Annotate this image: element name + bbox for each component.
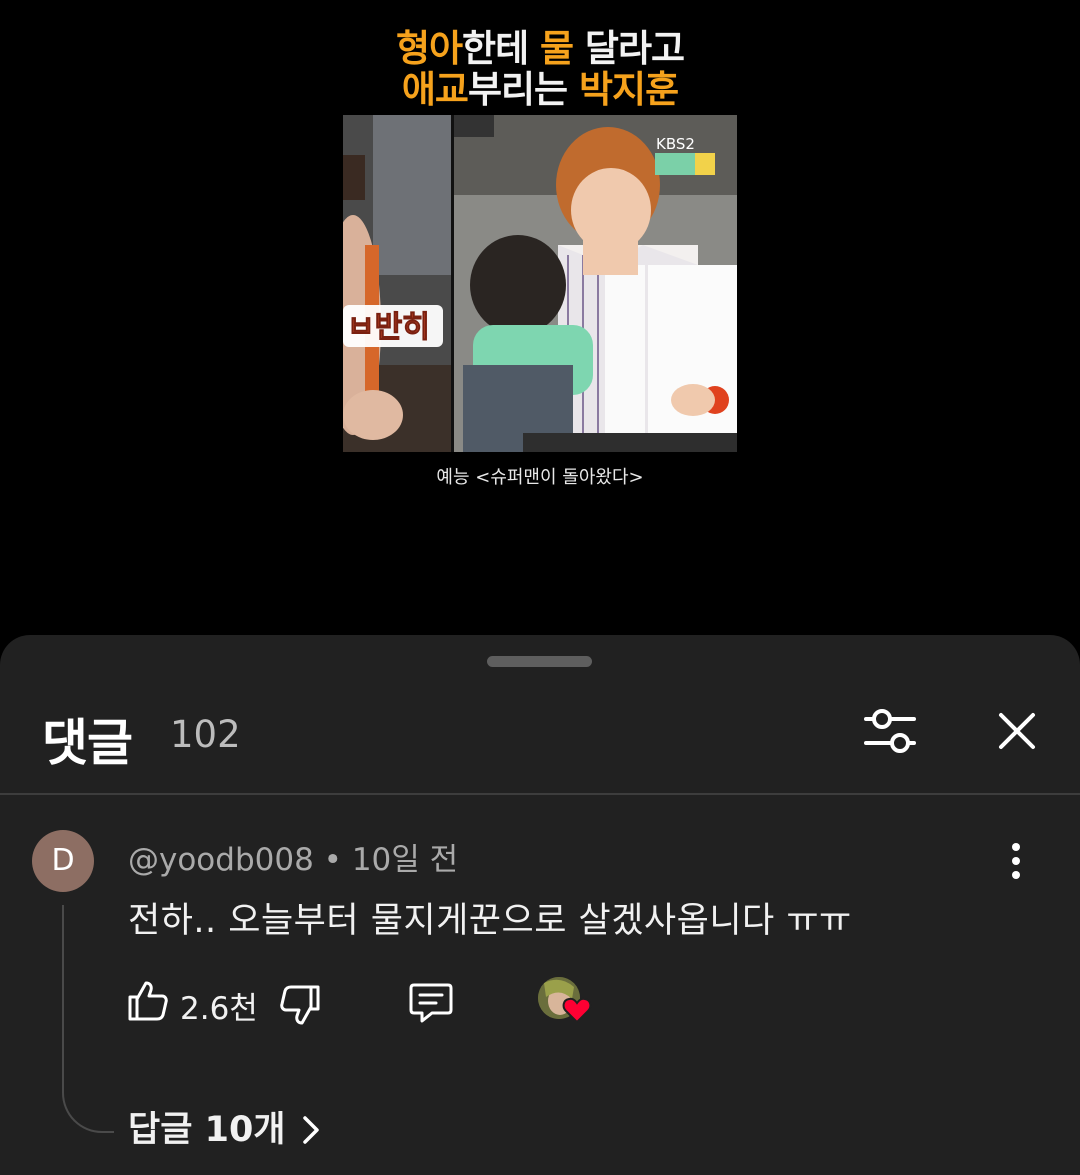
avatar[interactable]: D <box>32 830 94 892</box>
creator-heart-badge <box>538 977 594 1033</box>
channel-logo: KBS2 <box>656 135 695 153</box>
drag-handle[interactable] <box>487 656 592 667</box>
title-word: 부리는 <box>467 68 579 111</box>
video-player[interactable]: 형아한테 물 달라고 애교부리는 박지훈 ㅂ반히 KBS2 예능 <슈퍼맨이 돌… <box>0 0 1080 640</box>
title-word: 한테 <box>462 27 540 70</box>
title-word: 달라고 <box>573 27 685 70</box>
filter-button[interactable] <box>862 705 918 757</box>
dislike-button[interactable] <box>278 983 322 1027</box>
comment-author[interactable]: @yoodb008 <box>128 842 314 878</box>
overlay-text: ㅂ반히 <box>347 310 430 345</box>
title-word: 애교 <box>401 68 469 111</box>
title-word: 물 <box>540 27 574 70</box>
comment-icon <box>409 983 453 1023</box>
comment-item: D @yoodb008 • 10일 전 전하.. 오늘부터 물지게꾼으로 살겠사… <box>0 795 1080 1175</box>
more-options-button[interactable] <box>1000 841 1032 881</box>
reply-button[interactable] <box>408 979 454 1025</box>
video-title-overlay: 형아한테 물 달라고 애교부리는 박지훈 <box>0 28 1080 110</box>
close-icon <box>999 713 1035 749</box>
heart-icon <box>562 997 592 1024</box>
title-word: 형아 <box>395 27 463 70</box>
video-scene: ㅂ반히 KBS2 <box>343 115 737 452</box>
comment-actions: 2.6천 <box>0 975 1080 1035</box>
comments-sheet: 댓글 102 D @yoodb008 • 10일 전 전하.. 오늘부터 물지게… <box>0 635 1080 1175</box>
meta-separator: • <box>313 842 352 878</box>
like-count: 2.6천 <box>180 991 258 1027</box>
close-button[interactable] <box>995 709 1039 753</box>
view-replies-link[interactable]: 답글 10개 <box>128 1101 286 1152</box>
thumbs-up-icon <box>128 981 168 1021</box>
title-word: 박지훈 <box>578 68 679 111</box>
more-vert-icon <box>1012 843 1020 879</box>
sliders-icon <box>864 709 916 753</box>
comment-text: 전하.. 오늘부터 물지게꾼으로 살겠사옵니다 ㅠㅠ <box>128 901 852 941</box>
sheet-title: 댓글 <box>42 714 133 772</box>
video-caption: 예능 <슈퍼맨이 돌아왔다> <box>436 467 644 488</box>
like-button[interactable] <box>126 979 170 1023</box>
comment-time: 10일 전 <box>351 842 459 878</box>
chevron-right-icon <box>303 1116 319 1144</box>
video-frame: ㅂ반히 KBS2 <box>343 115 737 452</box>
comment-count: 102 <box>170 713 241 756</box>
thumbs-down-icon <box>280 985 320 1025</box>
comment-meta: @yoodb008 • 10일 전 <box>128 834 458 879</box>
